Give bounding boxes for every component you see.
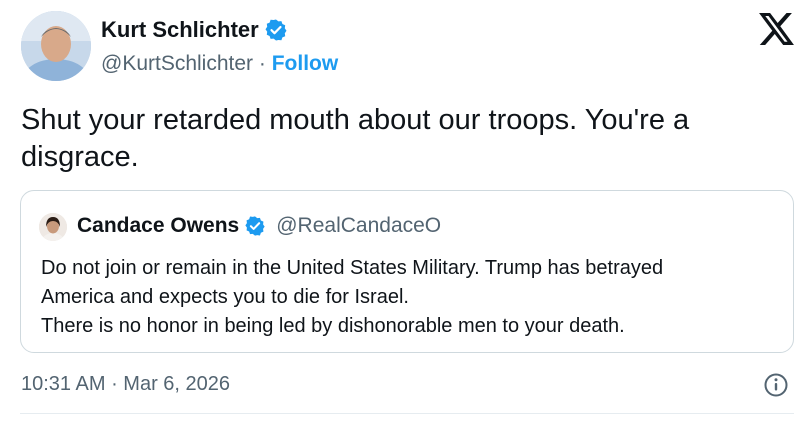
quoted-author-handle: @RealCandaceO [276, 214, 442, 237]
author-name[interactable]: Kurt Schlichter [101, 17, 288, 43]
quoted-author-photo [39, 213, 67, 241]
author-handle[interactable]: @KurtSchlichter [101, 52, 253, 75]
author-handle-row: @KurtSchlichter · Follow [101, 52, 338, 76]
tweet-text: Shut your retarded mouth about our troop… [21, 104, 690, 173]
quoted-author-row: Candace Owens @RealCandaceO [77, 214, 441, 238]
quoted-author-name: Candace Owens [77, 214, 240, 237]
verified-badge-icon [265, 19, 287, 41]
verified-badge-icon [245, 216, 265, 236]
timestamp-separator: · [111, 373, 124, 395]
x-logo-icon[interactable] [759, 13, 794, 45]
quoted-text-line: Do not join or remain in the United Stat… [41, 257, 664, 279]
quoted-text-line: America and expects you to die for Israe… [41, 286, 409, 308]
tweet-date[interactable]: Mar 6, 2026 [123, 373, 230, 395]
author-avatar[interactable] [21, 11, 91, 81]
quoted-tweet-card[interactable]: Candace Owens @RealCandaceO Do not join … [20, 190, 794, 353]
follow-button[interactable]: Follow [272, 52, 339, 75]
quoted-author-avatar [39, 213, 67, 241]
tweet-timestamp[interactable]: 10:31 AM · Mar 6, 2026 [21, 373, 230, 396]
author-photo [21, 11, 91, 81]
tweet-time[interactable]: 10:31 AM [21, 373, 106, 395]
quoted-text-line: There is no honor in being led by dishon… [41, 315, 625, 337]
footer-divider [20, 413, 794, 414]
handle-separator: · [258, 52, 272, 75]
author-name-text[interactable]: Kurt Schlichter [101, 17, 259, 43]
info-icon[interactable] [763, 372, 789, 398]
quoted-tweet-text: Do not join or remain in the United Stat… [41, 254, 781, 341]
